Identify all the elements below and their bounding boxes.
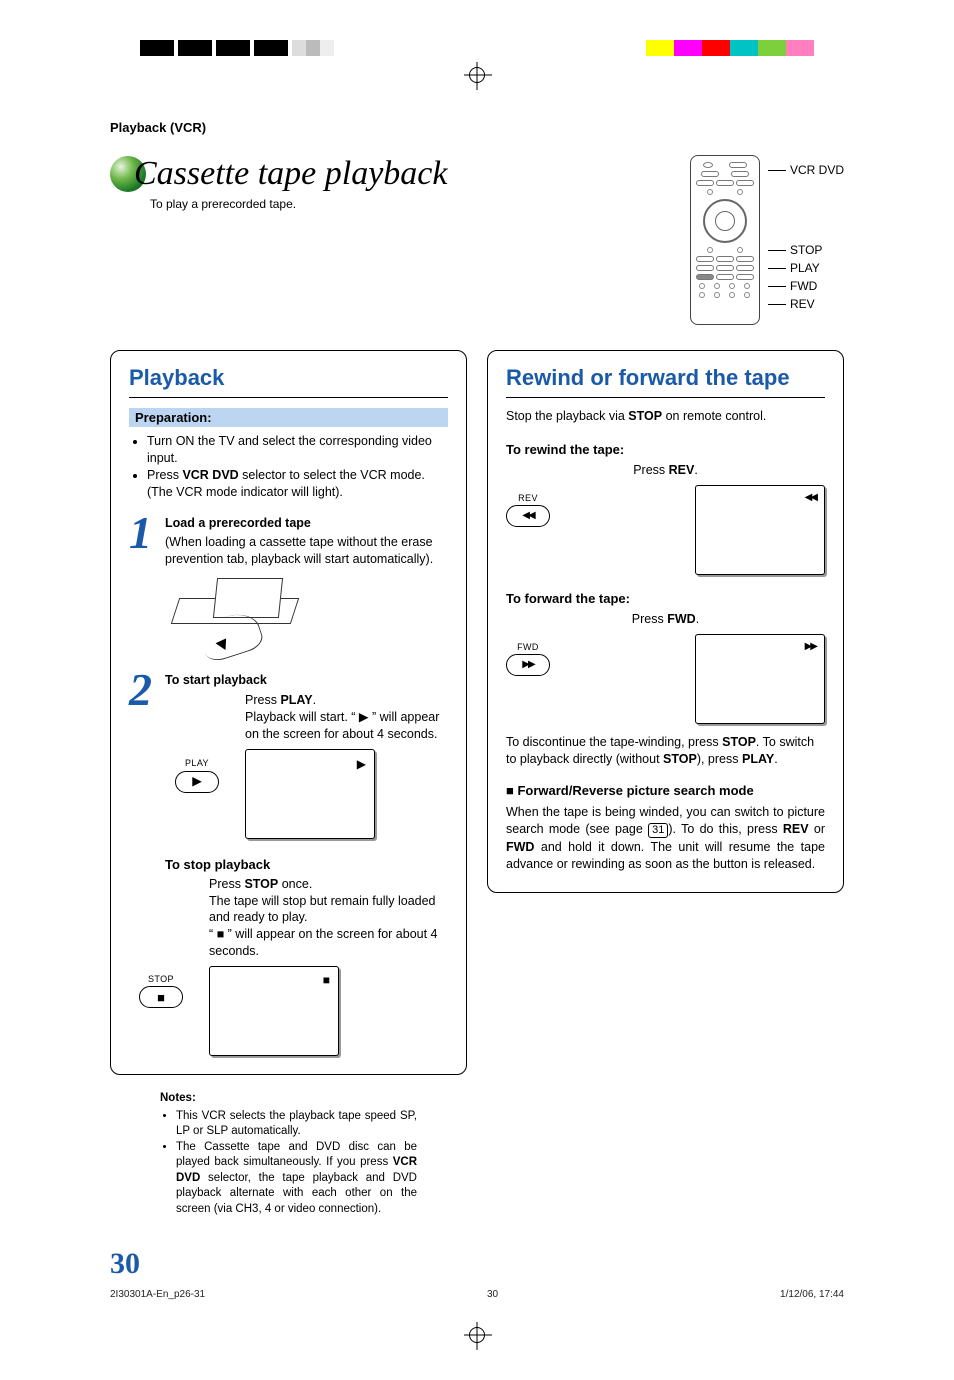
footer-center: 30 <box>487 1289 498 1300</box>
stop-icon: ■ <box>157 990 165 1005</box>
note-2: The Cassette tape and DVD disc can be pl… <box>176 1140 417 1218</box>
rewind-head: To rewind the tape: <box>506 442 825 457</box>
search-mode-head: Forward/Reverse picture search mode <box>506 783 825 798</box>
prep-item-2: Press VCR DVD selector to select the VCR… <box>147 467 448 501</box>
page-title-text: Cassette tape playback <box>134 155 447 193</box>
load-tape-illustration <box>175 578 305 658</box>
section-header: Playback (VCR) <box>110 120 894 135</box>
rev-screen-icon: ◀◀ <box>805 492 816 503</box>
footer: 2I30301A-En_p26-31 30 1/12/06, 17:44 <box>110 1289 844 1300</box>
rev-button-label: REV <box>506 493 550 503</box>
fwd-screen-icon: ▶▶ <box>805 641 816 652</box>
playback-panel-title: Playback <box>129 365 448 398</box>
preparation-label: Preparation: <box>129 408 448 427</box>
stop-desc-2: “ ■ ” will appear on the screen for abou… <box>209 926 448 960</box>
note-1: This VCR selects the playback tape speed… <box>176 1109 417 1140</box>
stop-screen-icon: ■ <box>323 973 330 987</box>
right-intro: Stop the playback via STOP on remote con… <box>506 408 825 426</box>
play-button-label: PLAY <box>175 757 219 769</box>
fwd-button-label: FWD <box>506 642 550 652</box>
fwd-icon: ▶▶ <box>522 659 533 670</box>
rev-screen-box: ◀◀ <box>695 485 825 575</box>
rewind-forward-title: Rewind or forward the tape <box>506 365 825 398</box>
remote-label-fwd: FWD <box>790 277 817 295</box>
stop-playback-head: To stop playback <box>165 857 448 872</box>
playback-panel: Playback Preparation: Turn ON the TV and… <box>110 350 467 1075</box>
fwd-screen-box: ▶▶ <box>695 634 825 724</box>
rev-icon: ◀◀ <box>522 510 533 521</box>
stop-desc-1: The tape will stop but remain fully load… <box>209 893 448 927</box>
discontinue-text: To discontinue the tape-winding, press S… <box>506 734 825 769</box>
crop-mark-top <box>60 60 894 90</box>
step-2-press-pre: Press <box>245 693 280 707</box>
prep-item-1: Turn ON the TV and select the correspond… <box>147 433 448 467</box>
play-screen-icon: ▶ <box>357 756 366 772</box>
footer-left: 2I30301A-En_p26-31 <box>110 1289 205 1300</box>
remote-outline <box>690 155 760 325</box>
page-number: 30 <box>110 1247 894 1281</box>
stop-button-label: STOP <box>139 974 183 984</box>
play-button-diagram: PLAY ▶ <box>175 757 219 793</box>
stop-press-post: once. <box>278 877 312 891</box>
rewind-forward-panel: Rewind or forward the tape Stop the play… <box>487 350 844 893</box>
step-2-press-bold: PLAY <box>280 693 312 707</box>
stop-screen-box: ■ <box>209 966 339 1056</box>
remote-diagram: VCR DVD STOP PLAY FWD REV <box>690 155 844 325</box>
footer-right: 1/12/06, 17:44 <box>780 1289 844 1300</box>
play-icon: ▶ <box>192 773 202 790</box>
step-2-desc: Playback will start. “ ▶ ” will appear o… <box>245 709 448 743</box>
page-subtitle: To play a prerecorded tape. <box>150 197 690 211</box>
step-2-head: To start playback <box>165 672 448 689</box>
page-ref-31: 31 <box>648 823 668 838</box>
step-1-body: (When loading a cassette tape without th… <box>165 534 448 568</box>
stop-press-pre: Press <box>209 877 244 891</box>
page-title: Cassette tape playback <box>110 155 690 193</box>
registration-bar-left <box>90 40 864 56</box>
remote-label-vcrdvd: VCR DVD <box>790 161 844 179</box>
step-1-number: 1 <box>129 515 165 659</box>
stop-button-diagram: STOP ■ <box>139 974 183 1008</box>
rev-button-diagram: REV ◀◀ <box>506 493 550 527</box>
forward-press: Press FWD. <box>506 612 825 626</box>
search-mode-body: When the tape is being winded, you can s… <box>506 804 825 874</box>
notes-title: Notes: <box>160 1091 417 1107</box>
step-2-press-post: . <box>313 693 316 707</box>
remote-label-play: PLAY <box>790 259 820 277</box>
crop-mark-bottom <box>60 1320 894 1350</box>
step-2-number: 2 <box>129 672 165 839</box>
play-screen-box: ▶ <box>245 749 375 839</box>
step-1-head: Load a prerecorded tape <box>165 515 448 532</box>
remote-label-rev: REV <box>790 295 815 313</box>
page-container: Playback (VCR) Cassette tape playback To… <box>0 0 954 1380</box>
remote-label-stop: STOP <box>790 241 822 259</box>
preparation-list: Turn ON the TV and select the correspond… <box>129 433 448 501</box>
rewind-press: Press REV. <box>506 463 825 477</box>
notes-section: Notes: This VCR selects the playback tap… <box>160 1091 417 1217</box>
fwd-button-diagram: FWD ▶▶ <box>506 642 550 676</box>
stop-press-bold: STOP <box>244 877 278 891</box>
forward-head: To forward the tape: <box>506 591 825 606</box>
